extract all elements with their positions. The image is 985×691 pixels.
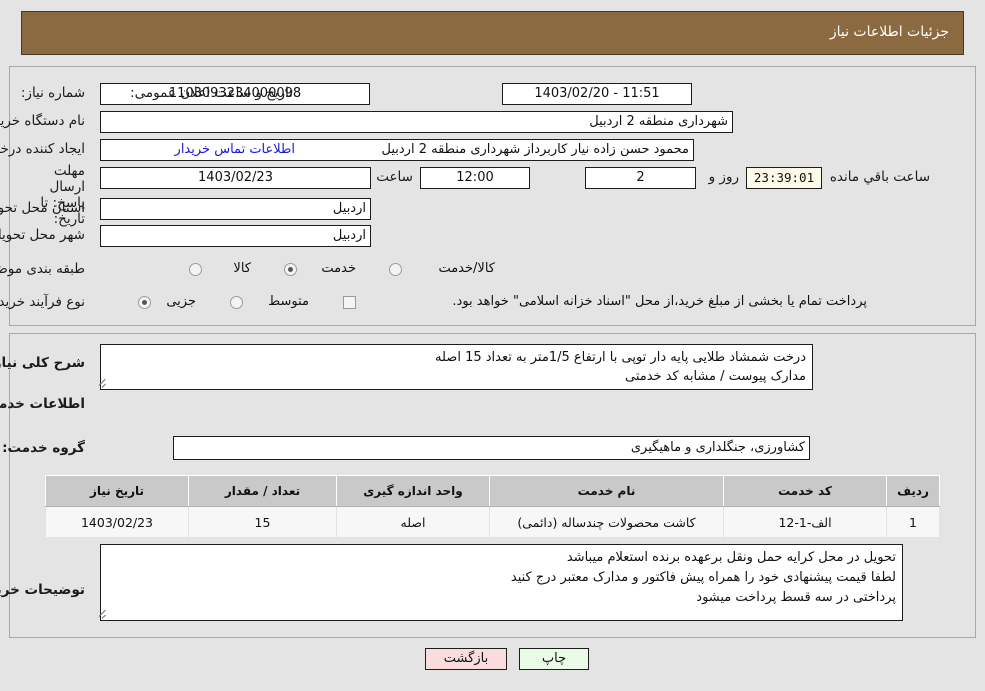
radio-process-jozyi-label: جزیی: [166, 294, 196, 309]
need-info-panel: [9, 66, 976, 326]
service-group-label: گروه خدمت:: [2, 440, 85, 456]
deadline-label: مهلت ارسال پاسخ: تا تاریخ:: [40, 163, 85, 227]
buyer-org-label: نام دستگاه خریدار:: [0, 113, 85, 129]
buyer-contact-link[interactable]: اطلاعات تماس خریدار: [175, 142, 295, 157]
service-group-value[interactable]: کشاورزی، جنگلداری و ماهیگیری: [173, 436, 810, 460]
days-remaining-label: روز و: [708, 169, 739, 185]
services-table: ردیف کد خدمت نام خدمت واحد اندازه گیری ت…: [45, 475, 940, 538]
countdown-value: 23:39:01: [746, 167, 822, 189]
back-button[interactable]: بازگشت: [425, 648, 507, 670]
public-announce-label: تاریخ و ساعت اعلان عمومی:: [130, 85, 293, 101]
category-label: طبقه بندی موضوعی:: [0, 261, 85, 277]
cell-row: 1: [886, 506, 940, 538]
cell-name: کاشت محصولات چندساله (دائمی): [489, 506, 724, 538]
city-label: شهر محل تحویل:: [0, 227, 85, 243]
cell-quantity: 15: [188, 506, 337, 538]
radio-category-kala[interactable]: [189, 263, 202, 276]
radio-category-khedmat-label: خدمت: [321, 261, 356, 276]
cell-need-date: 1403/02/23: [45, 506, 189, 538]
public-announce-value[interactable]: 11:51 - 1403/02/20: [502, 83, 692, 105]
radio-process-motavaset[interactable]: [230, 296, 243, 309]
description-textarea[interactable]: درخت شمشاد طلایی پایه دار توپی با ارتفاع…: [100, 344, 813, 390]
page-header-bar: جزئیات اطلاعات نیاز: [21, 11, 964, 55]
deadline-date-value[interactable]: 1403/02/23: [100, 167, 371, 189]
treasury-documents-checkbox[interactable]: [343, 296, 356, 309]
days-remaining-value[interactable]: 2: [585, 167, 696, 189]
cell-unit: اصله: [336, 506, 490, 538]
table-row[interactable]: 1 الف-1-12 کاشت محصولات چندساله (دائمی) …: [45, 506, 940, 538]
deadline-time-value[interactable]: 12:00: [420, 167, 530, 189]
col-header-code: کد خدمت: [723, 475, 887, 507]
cell-code: الف-1-12: [723, 506, 887, 538]
page-root: AnaTender.net جزئیات اطلاعات نیاز شماره …: [0, 0, 985, 691]
city-value[interactable]: اردبیل: [100, 225, 371, 247]
radio-category-kala-label: کالا: [233, 261, 251, 276]
radio-process-motavaset-label: متوسط: [268, 294, 309, 309]
col-header-name: نام خدمت: [489, 475, 724, 507]
radio-process-jozyi[interactable]: [138, 296, 151, 309]
col-header-unit: واحد اندازه گیری: [336, 475, 490, 507]
col-header-need-date: تاریخ نیاز: [45, 475, 189, 507]
process-label: نوع فرآیند خرید :: [0, 294, 85, 310]
treasury-documents-label: پرداخت تمام یا بخشی از مبلغ خرید،از محل …: [452, 294, 867, 309]
buyer-notes-textarea[interactable]: تحویل در محل کرایه حمل ونقل برعهده برنده…: [100, 544, 903, 621]
province-label: استان محل تحویل:: [0, 200, 85, 216]
need-number-label: شماره نیاز:: [20, 85, 85, 101]
services-heading: اطلاعات خدمات مورد نیاز: [0, 396, 85, 412]
province-value[interactable]: اردبیل: [100, 198, 371, 220]
page-title: جزئیات اطلاعات نیاز: [829, 24, 949, 40]
requester-label: ایجاد کننده درخواست:: [0, 141, 85, 157]
buyer-org-value[interactable]: شهرداری منطقه 2 اردبیل: [100, 111, 733, 133]
table-header-row: ردیف کد خدمت نام خدمت واحد اندازه گیری ت…: [45, 475, 940, 507]
hour-label: ساعت: [376, 169, 413, 185]
radio-category-kala-khedmat[interactable]: [389, 263, 402, 276]
col-header-row: ردیف: [886, 475, 940, 507]
radio-category-kala-khedmat-label: کالا/خدمت: [438, 261, 495, 276]
description-label: شرح کلی نیاز:: [0, 355, 85, 371]
print-button[interactable]: چاپ: [519, 648, 589, 670]
col-header-quantity: تعداد / مقدار: [188, 475, 337, 507]
radio-category-khedmat[interactable]: [284, 263, 297, 276]
buyer-notes-label: توضیحات خریدار:: [0, 582, 85, 598]
countdown-label: ساعت باقي مانده: [829, 169, 930, 185]
